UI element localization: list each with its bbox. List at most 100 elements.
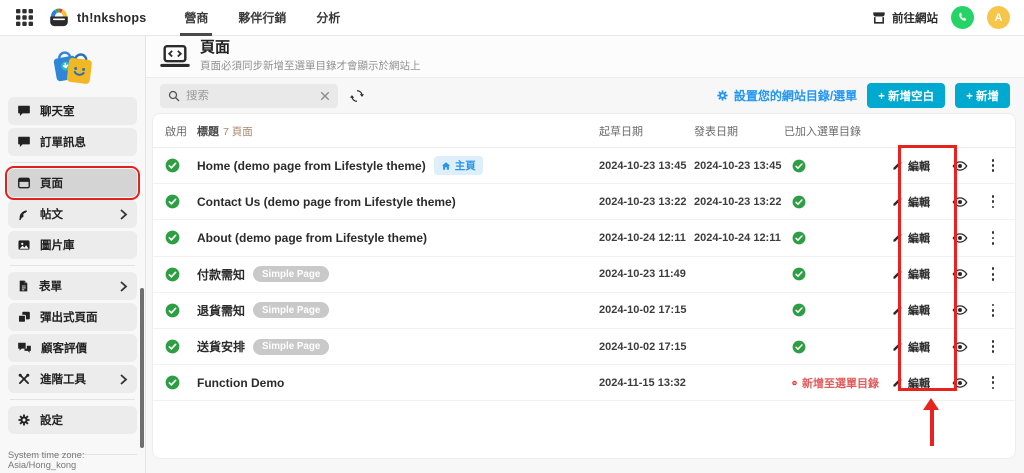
table-row: Contact Us (demo page from Lifestyle the… — [153, 184, 1015, 220]
simple-page-badge: Simple Page — [253, 339, 329, 355]
sidebar: 聊天室 訂單訊息 頁面 帖文 — [0, 36, 146, 473]
enabled-check-icon[interactable] — [165, 267, 197, 282]
tab-analytics[interactable]: 分析 — [310, 0, 346, 36]
search-input[interactable] — [186, 90, 314, 102]
topbar-right: 前往網站 A — [872, 6, 1010, 29]
refresh-icon[interactable] — [350, 89, 364, 103]
sidebar-item-popup-pages[interactable]: 彈出式頁面 — [8, 303, 137, 331]
chat-icon — [17, 104, 31, 118]
sidebar-item-pages[interactable]: 頁面 — [8, 169, 137, 197]
sidebar-item-forms[interactable]: 表單 — [8, 272, 137, 300]
add-blank-button[interactable]: + 新增空白 — [867, 83, 945, 108]
sidebar-item-settings[interactable]: 設定 — [8, 406, 137, 434]
tab-affiliate[interactable]: 夥伴行銷 — [232, 0, 292, 36]
more-options-icon[interactable] — [983, 155, 1003, 176]
broadcast-icon — [17, 207, 31, 221]
toolbar: 設置您的網站目錄/選單 + 新增空白 + 新增 — [146, 78, 1024, 113]
page-subtitle: 頁面必須同步新增至選單目錄才會顯示於網站上 — [200, 58, 421, 73]
chat-icon — [17, 135, 31, 149]
add-to-menu-link[interactable]: 新增至選單目錄 — [784, 375, 879, 391]
enabled-check-icon[interactable] — [165, 194, 197, 209]
reviews-icon — [17, 341, 32, 355]
col-publish-date: 發表日期 — [694, 123, 784, 139]
edit-button[interactable]: 編輯 — [879, 194, 943, 210]
enabled-check-icon[interactable] — [165, 339, 197, 354]
sidebar-item-chatroom[interactable]: 聊天室 — [8, 97, 137, 125]
chevron-right-icon — [119, 374, 128, 385]
table-header: 啟用 標題7 頁面 起草日期 發表日期 已加入選單目錄 — [153, 114, 1015, 148]
shop-logo-icon — [0, 36, 145, 94]
whatsapp-icon[interactable] — [951, 6, 974, 29]
sidebar-item-order-messages[interactable]: 訂單訊息 — [8, 128, 137, 156]
visit-site-link[interactable]: 前往網站 — [872, 10, 938, 26]
search-icon — [168, 90, 180, 102]
more-options-icon[interactable] — [983, 300, 1003, 321]
divider — [10, 399, 135, 400]
simple-page-badge: Simple Page — [253, 302, 329, 318]
col-draft-date: 起草日期 — [599, 123, 694, 139]
edit-button[interactable]: 編輯 — [879, 266, 943, 282]
sidebar-scrollbar[interactable] — [140, 288, 144, 448]
more-options-icon[interactable] — [983, 263, 1003, 284]
add-button[interactable]: + 新增 — [955, 83, 1010, 108]
avatar[interactable]: A — [987, 6, 1010, 29]
enabled-check-icon[interactable] — [165, 303, 197, 318]
preview-eye-icon[interactable] — [943, 230, 977, 246]
in-menu-check-icon — [784, 267, 879, 281]
table-row: 付款需知 Simple Page 2024-10-23 11:49 編輯 — [153, 257, 1015, 293]
tools-icon — [17, 372, 31, 386]
laptop-code-icon — [160, 44, 190, 69]
more-options-icon[interactable] — [983, 191, 1003, 212]
edit-button[interactable]: 編輯 — [879, 339, 943, 355]
edit-button[interactable]: 編輯 — [879, 158, 943, 174]
table-row: About (demo page from Lifestyle theme) 2… — [153, 220, 1015, 256]
brand-logo[interactable]: th!nkshops — [48, 8, 146, 27]
more-options-icon[interactable] — [983, 372, 1003, 393]
enabled-check-icon[interactable] — [165, 158, 197, 173]
preview-eye-icon[interactable] — [943, 158, 977, 174]
site-menu-config-link[interactable]: 設置您的網站目錄/選單 — [716, 87, 857, 104]
table-row: 送貨安排 Simple Page 2024-10-02 17:15 編輯 — [153, 329, 1015, 365]
chevron-right-icon — [119, 281, 128, 292]
page-count: 7 頁面 — [223, 126, 253, 138]
more-options-icon[interactable] — [983, 227, 1003, 248]
col-enabled: 啟用 — [165, 123, 197, 139]
divider — [10, 265, 135, 266]
preview-eye-icon[interactable] — [943, 266, 977, 282]
main-content: 頁面 頁面必須同步新增至選單目錄才會顯示於網站上 — [146, 36, 1024, 473]
preview-eye-icon[interactable] — [943, 194, 977, 210]
clear-search-icon[interactable] — [320, 91, 330, 101]
col-in-menu: 已加入選單目錄 — [784, 123, 879, 139]
sidebar-item-gallery[interactable]: 圖片庫 — [8, 231, 137, 259]
sidebar-item-customer-reviews[interactable]: 顧客評價 — [8, 334, 137, 362]
visit-site-label: 前往網站 — [892, 10, 938, 26]
enabled-check-icon[interactable] — [165, 375, 197, 390]
more-options-icon[interactable] — [983, 336, 1003, 357]
tab-business[interactable]: 營商 — [178, 0, 214, 36]
divider — [10, 162, 135, 163]
edit-button[interactable]: 編輯 — [879, 375, 943, 391]
home-badge: 主頁 — [434, 156, 483, 175]
enabled-check-icon[interactable] — [165, 230, 197, 245]
page-header: 頁面 頁面必須同步新增至選單目錄才會顯示於網站上 — [146, 36, 1024, 78]
chevron-right-icon — [119, 209, 128, 220]
in-menu-check-icon — [784, 231, 879, 245]
sidebar-item-posts[interactable]: 帖文 — [8, 200, 137, 228]
page-title: 頁面 — [200, 40, 421, 57]
edit-button[interactable]: 編輯 — [879, 230, 943, 246]
table-row: Home (demo page from Lifestyle theme) 主頁… — [153, 148, 1015, 184]
apps-grid-icon[interactable] — [14, 8, 34, 28]
preview-eye-icon[interactable] — [943, 302, 977, 318]
app: th!nkshops 營商 夥伴行銷 分析 前往網站 — [0, 0, 1024, 473]
gear-icon — [17, 413, 31, 427]
page-icon — [17, 176, 31, 190]
brand-name: th!nkshops — [77, 11, 146, 25]
storefront-icon — [872, 11, 886, 25]
edit-button[interactable]: 編輯 — [879, 302, 943, 318]
top-nav: 營商 夥伴行銷 分析 — [178, 0, 364, 36]
sidebar-item-advanced-tools[interactable]: 進階工具 — [8, 365, 137, 393]
preview-eye-icon[interactable] — [943, 339, 977, 355]
preview-eye-icon[interactable] — [943, 375, 977, 391]
simple-page-badge: Simple Page — [253, 266, 329, 282]
in-menu-check-icon — [784, 159, 879, 173]
